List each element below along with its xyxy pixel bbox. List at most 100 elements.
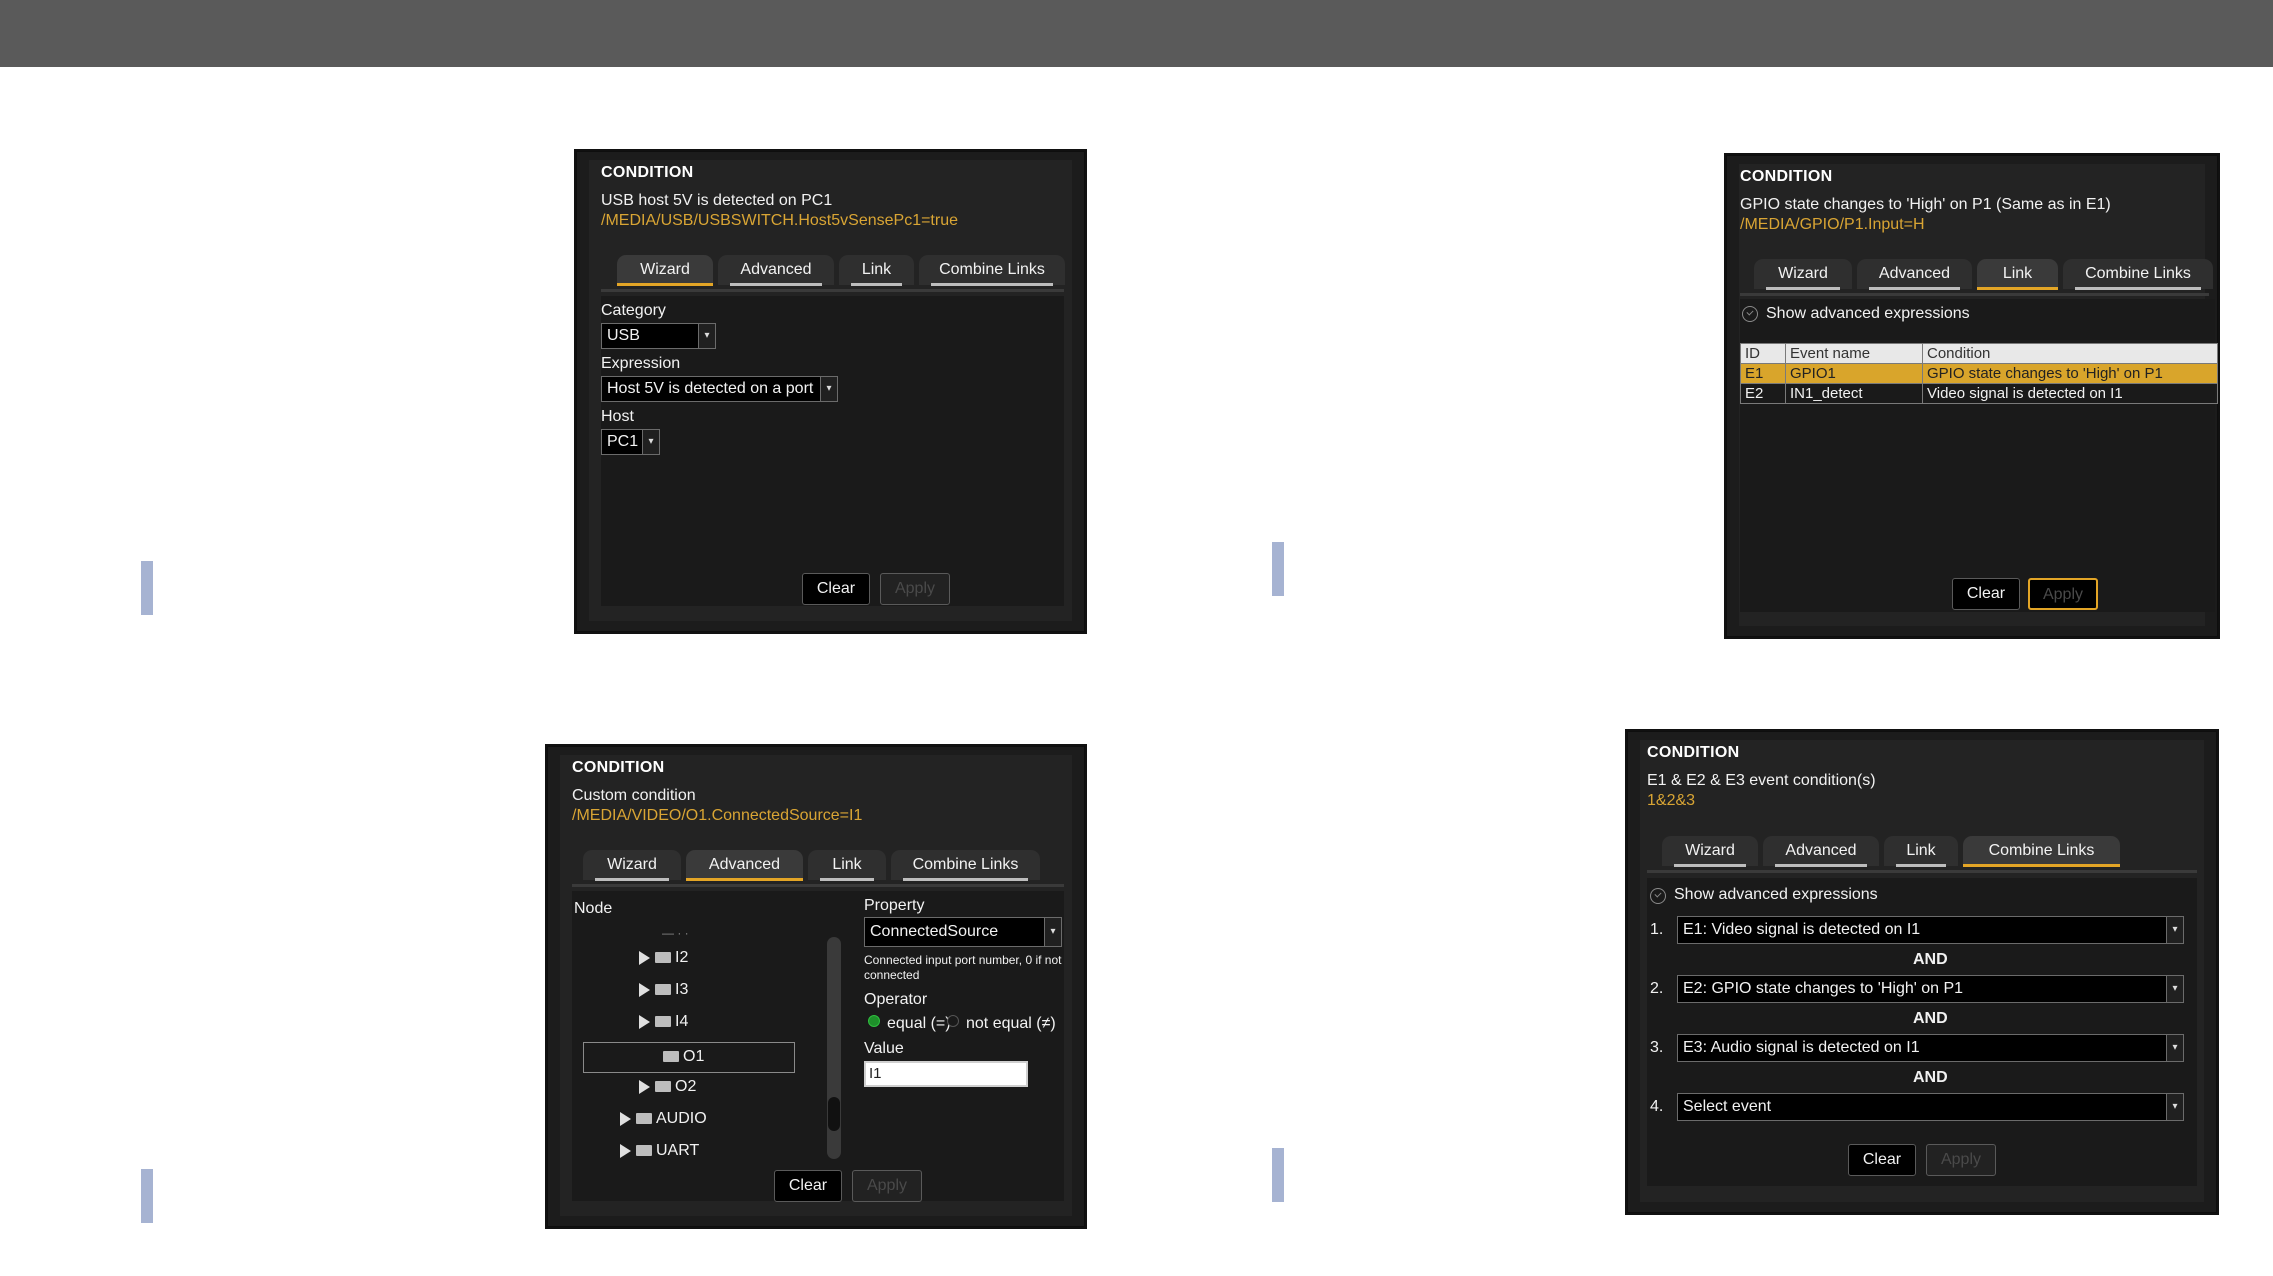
tab-advanced[interactable]: Advanced bbox=[686, 850, 803, 881]
property-select[interactable]: ConnectedSource ▾ bbox=[864, 917, 1062, 947]
tree-item-i4[interactable]: I4 bbox=[639, 1012, 688, 1032]
tab-bar: Wizard Advanced Link Combine Links bbox=[572, 850, 1064, 887]
chevron-down-icon: ▾ bbox=[2166, 976, 2183, 1002]
side-marker bbox=[1272, 542, 1284, 596]
tree-item-audio[interactable]: AUDIO bbox=[620, 1109, 707, 1129]
panel-title: CONDITION bbox=[601, 164, 694, 181]
chevron-down-icon: ▾ bbox=[2166, 917, 2183, 943]
tree-item-i2[interactable]: I2 bbox=[639, 948, 688, 968]
tab-combine-links[interactable]: Combine Links bbox=[891, 850, 1040, 881]
table-cell: Video signal is detected on I1 bbox=[1922, 383, 2218, 404]
chevron-down-icon: ▾ bbox=[1044, 918, 1061, 946]
expand-arrow-icon[interactable] bbox=[620, 1143, 631, 1158]
tree-item-o1[interactable]: O1 bbox=[663, 1047, 704, 1067]
event-select-3[interactable]: E3: Audio signal is detected on I1 ▾ bbox=[1677, 1034, 2184, 1062]
scrollbar-thumb[interactable] bbox=[828, 1097, 840, 1131]
apply-button[interactable]: Apply bbox=[1926, 1144, 1996, 1176]
clear-button[interactable]: Clear bbox=[1952, 578, 2020, 610]
and-label: AND bbox=[1913, 1010, 1948, 1027]
panel-body: Show advanced expressions 1. E1: Video s… bbox=[1647, 878, 2197, 1186]
side-marker bbox=[141, 1169, 153, 1223]
tab-wizard[interactable]: Wizard bbox=[1754, 259, 1852, 290]
tab-wizard[interactable]: Wizard bbox=[583, 850, 681, 881]
event-select-1[interactable]: E1: Video signal is detected on I1 ▾ bbox=[1677, 916, 2184, 944]
event-select-4[interactable]: Select event ▾ bbox=[1677, 1093, 2184, 1121]
tree-item-uart[interactable]: UART bbox=[620, 1141, 699, 1161]
expand-arrow-icon[interactable] bbox=[639, 1079, 650, 1094]
host-select[interactable]: PC1 ▾ bbox=[601, 429, 660, 455]
condition-description: USB host 5V is detected on PC1 bbox=[601, 192, 833, 209]
tab-link[interactable]: Link bbox=[839, 255, 914, 286]
clear-button[interactable]: Clear bbox=[774, 1170, 842, 1202]
tab-link[interactable]: Link bbox=[1884, 836, 1958, 867]
expression-label: Expression bbox=[601, 355, 681, 372]
expand-arrow-icon[interactable] bbox=[639, 982, 650, 997]
tab-advanced[interactable]: Advanced bbox=[1763, 836, 1879, 867]
expand-arrow-icon[interactable] bbox=[620, 1111, 631, 1126]
event-select-2[interactable]: E2: GPIO state changes to 'High' on P1 ▾ bbox=[1677, 975, 2184, 1003]
clear-button[interactable]: Clear bbox=[802, 573, 870, 605]
folder-icon bbox=[655, 952, 671, 964]
item-number: 1. bbox=[1650, 921, 1664, 938]
tab-combine-links[interactable]: Combine Links bbox=[2063, 259, 2213, 290]
condition-path: /MEDIA/GPIO/P1.Input=H bbox=[1740, 216, 1925, 233]
panel-body: Show advanced expressions ID Event name … bbox=[1740, 299, 2218, 612]
panel-header: CONDITION GPIO state changes to 'High' o… bbox=[1740, 168, 2207, 234]
chevron-down-icon: ▾ bbox=[2166, 1035, 2183, 1061]
condition-panel-advanced: CONDITION Custom condition /MEDIA/VIDEO/… bbox=[547, 746, 1085, 1227]
apply-button[interactable]: Apply bbox=[852, 1170, 922, 1202]
category-select[interactable]: USB ▾ bbox=[601, 323, 716, 349]
chevron-down-icon: ▾ bbox=[642, 430, 659, 454]
event-value: Select event bbox=[1683, 1098, 1772, 1115]
tab-combine-links[interactable]: Combine Links bbox=[919, 255, 1065, 286]
tree-scrollbar[interactable] bbox=[827, 937, 841, 1159]
tab-bar: Wizard Advanced Link Combine Links bbox=[601, 255, 1065, 292]
column-header: Condition bbox=[1922, 343, 2218, 364]
item-number: 4. bbox=[1650, 1098, 1664, 1115]
table-row[interactable]: E2 IN1_detect Video signal is detected o… bbox=[1740, 383, 2218, 404]
folder-icon bbox=[636, 1145, 652, 1157]
checkbox-icon[interactable] bbox=[1650, 888, 1666, 904]
side-marker bbox=[141, 561, 153, 615]
table-header-row: ID Event name Condition bbox=[1740, 343, 2218, 364]
tab-advanced[interactable]: Advanced bbox=[1857, 259, 1972, 290]
tree-item-i3[interactable]: I3 bbox=[639, 980, 688, 1000]
folder-open-icon bbox=[663, 1051, 679, 1063]
table-cell: E1 bbox=[1740, 363, 1786, 384]
column-header: ID bbox=[1740, 343, 1786, 364]
node-label: Node bbox=[574, 900, 613, 917]
value-input[interactable]: I1 bbox=[864, 1061, 1028, 1087]
radio-equal[interactable] bbox=[868, 1015, 880, 1027]
clear-button[interactable]: Clear bbox=[1848, 1144, 1916, 1176]
tab-link[interactable]: Link bbox=[1977, 259, 2058, 290]
condition-panel-wizard: CONDITION USB host 5V is detected on PC1… bbox=[576, 151, 1085, 632]
tab-wizard[interactable]: Wizard bbox=[1662, 836, 1758, 867]
folder-icon bbox=[636, 1113, 652, 1125]
expression-select[interactable]: Host 5V is detected on a port ▾ bbox=[601, 376, 838, 402]
apply-button[interactable]: Apply bbox=[880, 573, 950, 605]
condition-description: Custom condition bbox=[572, 787, 696, 804]
tree-item-o2[interactable]: O2 bbox=[639, 1077, 696, 1097]
top-bar bbox=[0, 0, 2273, 67]
tab-link[interactable]: Link bbox=[808, 850, 886, 881]
table-row[interactable]: E1 GPIO1 GPIO state changes to 'High' on… bbox=[1740, 363, 2218, 384]
tab-advanced[interactable]: Advanced bbox=[718, 255, 834, 286]
radio-not-equal[interactable] bbox=[947, 1015, 959, 1027]
expand-arrow-icon[interactable] bbox=[639, 950, 650, 965]
table-cell: E2 bbox=[1740, 383, 1786, 404]
chevron-down-icon: ▾ bbox=[2166, 1094, 2183, 1120]
checkbox-icon[interactable] bbox=[1742, 306, 1758, 322]
tab-wizard[interactable]: Wizard bbox=[617, 255, 713, 286]
expand-arrow-icon[interactable] bbox=[639, 1014, 650, 1029]
apply-button[interactable]: Apply bbox=[2028, 578, 2098, 610]
folder-icon bbox=[655, 1016, 671, 1028]
item-number: 2. bbox=[1650, 980, 1664, 997]
show-advanced-label: Show advanced expressions bbox=[1674, 886, 1878, 903]
item-number: 3. bbox=[1650, 1039, 1664, 1056]
host-value: PC1 bbox=[607, 433, 639, 450]
condition-description: E1 & E2 & E3 event condition(s) bbox=[1647, 772, 1876, 789]
tab-combine-links[interactable]: Combine Links bbox=[1963, 836, 2120, 867]
folder-icon bbox=[655, 984, 671, 996]
chevron-down-icon: ▾ bbox=[820, 377, 837, 401]
condition-panel-combine-links: CONDITION E1 & E2 & E3 event condition(s… bbox=[1627, 731, 2217, 1213]
